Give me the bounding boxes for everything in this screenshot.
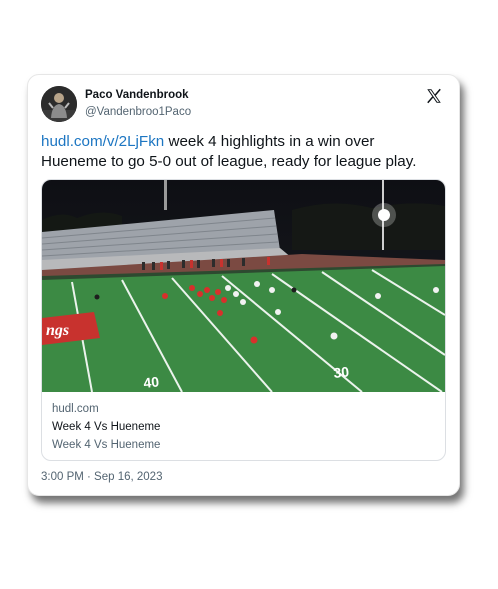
football-field-image: ngs 40 30 bbox=[42, 180, 445, 392]
tweet-timestamp[interactable]: 3:00 PM · Sep 16, 2023 bbox=[41, 471, 162, 483]
author-handle[interactable]: @Vandenbroo1Paco bbox=[85, 106, 191, 118]
avatar-image bbox=[41, 86, 77, 122]
tweet-card: Paco Vandenbrook @Vandenbroo1Paco hudl.c… bbox=[27, 74, 460, 496]
link-domain: hudl.com bbox=[52, 403, 99, 415]
tweet-text: hudl.com/v/2LjFkn week 4 highlights in a… bbox=[41, 132, 441, 172]
avatar[interactable] bbox=[41, 86, 77, 122]
yard-number-40: 40 bbox=[143, 373, 160, 391]
yard-number-30: 30 bbox=[333, 363, 350, 381]
x-logo-icon[interactable] bbox=[425, 87, 443, 105]
author-name[interactable]: Paco Vandenbrook bbox=[85, 89, 189, 101]
link-description: Week 4 Vs Hueneme bbox=[52, 439, 161, 451]
svg-text:ngs: ngs bbox=[46, 322, 69, 339]
link-title: Week 4 Vs Hueneme bbox=[52, 421, 161, 433]
link-card[interactable]: ngs 40 30 hudl.com Week 4 Vs Hueneme Wee… bbox=[41, 179, 446, 461]
tweet-link[interactable]: hudl.com/v/2LjFkn bbox=[41, 133, 164, 150]
